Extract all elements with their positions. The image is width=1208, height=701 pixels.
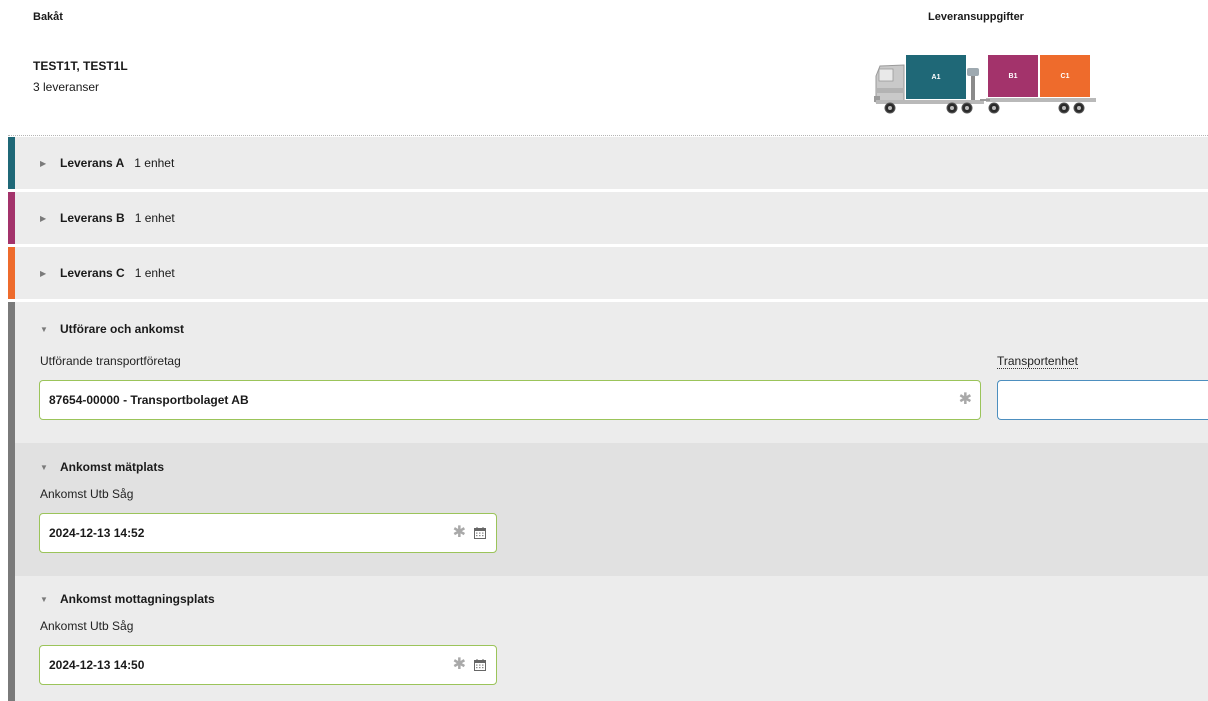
cargo-a1: A1: [906, 55, 966, 99]
section-title: Ankomst mottagningsplats: [60, 592, 215, 606]
performer-section-header[interactable]: ▼ Utförare och ankomst: [40, 322, 184, 336]
transport-unit-field[interactable]: [997, 380, 1208, 420]
arrival-measure-label: Ankomst Utb Såg: [40, 487, 134, 501]
collapse-icon: ▼: [40, 594, 48, 604]
required-icon: ✱: [452, 656, 466, 673]
collapse-icon: ▼: [40, 324, 48, 334]
arrival-measure-section: [15, 443, 1208, 576]
delivery-label: Leverans C: [60, 266, 125, 280]
cargo-b1: B1: [988, 55, 1038, 97]
expand-icon: ▶: [40, 213, 47, 223]
arrival-receiving-value: 2024-12-13 14:50: [49, 658, 145, 672]
expand-icon: ▶: [40, 158, 47, 168]
delivery-units: 1 enhet: [134, 266, 175, 280]
svg-text:C1: C1: [1061, 73, 1070, 80]
delivery-row-a[interactable]: ▶ Leverans A 1 enhet: [8, 137, 1208, 189]
arrival-receiving-header[interactable]: ▼ Ankomst mottagningsplats: [40, 592, 215, 606]
trailer-chassis: [986, 98, 1096, 102]
transport-unit-label: Transportenhet: [997, 354, 1078, 369]
arrival-measure-value: 2024-12-13 14:52: [49, 526, 145, 540]
calendar-icon[interactable]: [474, 659, 486, 671]
section-accent-bar: [8, 302, 15, 701]
delivery-units: 1 enhet: [134, 156, 175, 170]
company-label: Utförande transportföretag: [40, 354, 181, 368]
crane-head: [967, 68, 979, 76]
truck-illustration: A1 B1 C1: [874, 55, 1096, 114]
arrival-measure-datetime-field[interactable]: 2024-12-13 14:52 ✱: [39, 513, 497, 553]
required-icon: ✱: [452, 524, 466, 541]
truck-cab: [874, 64, 905, 103]
delivery-label: Leverans B: [60, 211, 125, 225]
delivery-label: Leverans A: [60, 156, 125, 170]
delivery-row-c[interactable]: ▶ Leverans C 1 enhet: [8, 247, 1208, 299]
delivery-color-bar: [8, 137, 15, 189]
performer-section: [15, 302, 1208, 443]
calendar-icon[interactable]: [474, 527, 486, 539]
collapse-icon: ▼: [40, 462, 48, 472]
arrival-receiving-datetime-field[interactable]: 2024-12-13 14:50 ✱: [39, 645, 497, 685]
delivery-units: 1 enhet: [134, 211, 175, 225]
wheels: [884, 102, 1085, 114]
svg-text:B1: B1: [1009, 73, 1018, 80]
company-value: 87654-00000 - Transportbolaget AB: [49, 393, 249, 407]
delivery-color-bar: [8, 192, 15, 244]
arrival-measure-header[interactable]: ▼ Ankomst mätplats: [40, 460, 164, 474]
cargo-c1: C1: [1040, 55, 1090, 97]
header-divider: [8, 135, 1208, 136]
expand-icon: ▶: [40, 268, 47, 278]
delivery-count: 3 leveranser: [33, 80, 100, 94]
section-title: Utförare och ankomst: [60, 322, 185, 336]
drawbar: [980, 99, 990, 101]
required-icon: ✱: [958, 391, 972, 408]
back-link[interactable]: Bakåt: [33, 11, 63, 23]
arrival-receiving-label: Ankomst Utb Såg: [40, 619, 134, 633]
svg-text:A1: A1: [932, 74, 941, 81]
vehicle-id: TEST1T, TEST1L: [33, 59, 128, 73]
page-title: Leveransuppgifter: [928, 11, 1024, 23]
delivery-color-bar: [8, 247, 15, 299]
company-field[interactable]: 87654-00000 - Transportbolaget AB ✱: [39, 380, 981, 420]
delivery-row-b[interactable]: ▶ Leverans B 1 enhet: [8, 192, 1208, 244]
section-title: Ankomst mätplats: [60, 460, 165, 474]
